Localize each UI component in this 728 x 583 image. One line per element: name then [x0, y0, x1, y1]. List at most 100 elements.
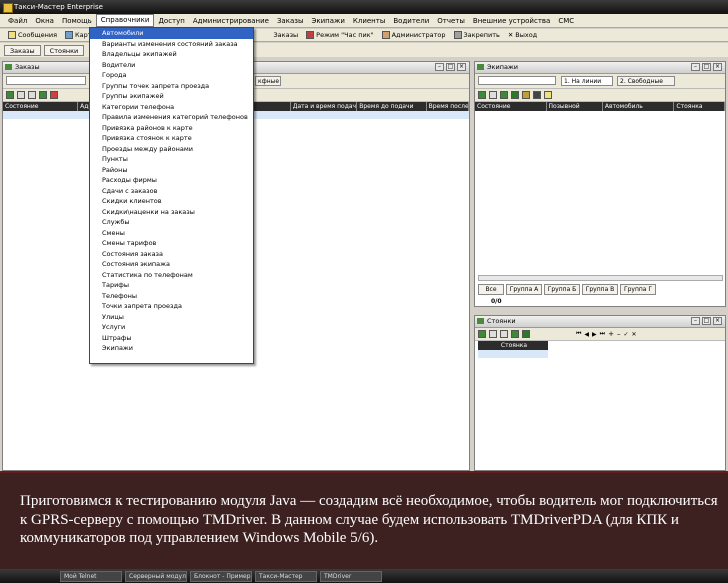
taskbar-item[interactable]: Блокнот - Пример [190, 570, 252, 582]
prev-record-icon[interactable]: ◀ [584, 331, 589, 338]
pin-button[interactable]: Закрепить [450, 31, 504, 39]
references-menu-item[interactable]: Автомобили [90, 28, 253, 39]
close-icon[interactable]: × [713, 317, 722, 325]
menu-administration[interactable]: Администрирование [189, 14, 273, 28]
menu-file[interactable]: Файл [4, 14, 31, 28]
delete-icon[interactable] [28, 91, 36, 99]
cancel-icon[interactable]: ✕ [631, 331, 636, 338]
references-menu-item[interactable]: Статистика по телефонам [90, 270, 253, 281]
refresh-icon[interactable] [39, 91, 47, 99]
references-menu-item[interactable]: Проезды между районами [90, 144, 253, 155]
filter-icon[interactable] [522, 91, 530, 99]
col-pickup-time[interactable]: Дата и время подачи [291, 102, 358, 111]
references-menu-item[interactable]: Владельцы экипажей [90, 49, 253, 60]
minimize-icon[interactable]: – [435, 63, 444, 71]
references-menu-item[interactable]: Экипажи [90, 343, 253, 354]
menu-orders[interactable]: Заказы [273, 14, 308, 28]
parking-selected-row[interactable] [478, 350, 548, 358]
references-menu-item[interactable]: Расходы фирмы [90, 175, 253, 186]
menu-access[interactable]: Доступ [154, 14, 188, 28]
maximize-icon[interactable]: □ [702, 317, 711, 325]
references-menu-item[interactable]: Услуги [90, 322, 253, 333]
menu-crews[interactable]: Экипажи [307, 14, 348, 28]
add-icon[interactable] [6, 91, 14, 99]
crews-scrollbar[interactable] [478, 275, 723, 281]
references-menu-item[interactable]: Телефоны [90, 291, 253, 302]
excel-icon[interactable] [522, 330, 530, 338]
references-menu-item[interactable]: Варианты изменения состояний заказа [90, 39, 253, 50]
filter-icon[interactable] [50, 91, 58, 99]
pause-icon[interactable] [533, 91, 541, 99]
taskbar-item[interactable]: TMDriver [320, 570, 382, 582]
taskbar-item[interactable]: Серверный модуль [125, 570, 187, 582]
references-menu-item[interactable]: Категории телефона [90, 102, 253, 113]
edit-icon[interactable] [17, 91, 25, 99]
references-menu-item[interactable]: Группы точек запрета проезда [90, 81, 253, 92]
references-menu-item[interactable]: Группы экипажей [90, 91, 253, 102]
references-menu-item[interactable]: Штрафы [90, 333, 253, 344]
group-g[interactable]: Группа Г [620, 284, 656, 295]
excel-icon[interactable] [511, 91, 519, 99]
menu-clients[interactable]: Клиенты [349, 14, 389, 28]
crews-filter-select[interactable] [478, 76, 556, 85]
add-icon[interactable] [478, 91, 486, 99]
delete-icon[interactable] [500, 330, 508, 338]
confirm-icon[interactable]: ✓ [623, 331, 628, 338]
edit-icon[interactable] [489, 330, 497, 338]
menu-reports[interactable]: Отчеты [433, 14, 469, 28]
col-parking-name[interactable]: Стоянка [478, 341, 548, 350]
group-a[interactable]: Группа А [506, 284, 542, 295]
col-state[interactable]: Состояние [3, 102, 79, 111]
references-menu-item[interactable]: Смены тарифов [90, 238, 253, 249]
col-callsign[interactable]: Позывной [547, 102, 603, 111]
menu-external-devices[interactable]: Внешние устройства [469, 14, 554, 28]
references-menu-item[interactable]: Города [90, 70, 253, 81]
minimize-icon[interactable]: – [691, 63, 700, 71]
menu-help[interactable]: Помощь [58, 14, 96, 28]
references-menu-item[interactable]: Скидки клиентов [90, 196, 253, 207]
col-state[interactable]: Состояние [475, 102, 547, 111]
menu-references[interactable]: Справочники [95, 14, 155, 27]
first-record-icon[interactable]: ⏮ [576, 330, 581, 338]
last-record-icon[interactable]: ⏭ [600, 330, 605, 338]
group-b[interactable]: Группа Б [544, 284, 580, 295]
messages-button[interactable]: Сообщения [4, 31, 61, 39]
close-icon[interactable]: × [457, 63, 466, 71]
col-last-time[interactable]: Время послед [427, 102, 469, 111]
rush-hour-mode-button[interactable]: Режим "Час пик" [302, 31, 377, 39]
references-menu-item[interactable]: Состояния экипажа [90, 259, 253, 270]
references-menu-item[interactable]: Тарифы [90, 280, 253, 291]
references-menu-item[interactable]: Состояния заказа [90, 249, 253, 260]
menu-windows[interactable]: Окна [31, 14, 58, 28]
group-all[interactable]: Все [478, 284, 504, 295]
references-menu-item[interactable]: Сдачи с заказов [90, 186, 253, 197]
references-menu-item[interactable]: Привязка стоянок к карте [90, 133, 253, 144]
col-parking[interactable]: Стоянка [674, 102, 725, 111]
col-car[interactable]: Автомобиль [603, 102, 675, 111]
menu-drivers[interactable]: Водители [389, 14, 433, 28]
tab-auto[interactable]: кфные [255, 76, 281, 86]
taskbar-item[interactable]: Мой Telnet [60, 570, 122, 582]
references-menu-item[interactable]: Службы [90, 217, 253, 228]
references-menu-item[interactable]: Точки запрета проезда [90, 301, 253, 312]
references-menu-item[interactable]: Скидки\наценки на заказы [90, 207, 253, 218]
references-menu-item[interactable]: Правила изменения категорий телефонов [90, 112, 253, 123]
taskbar-item[interactable]: Такси-Мастер [255, 570, 317, 582]
maximize-icon[interactable]: □ [446, 63, 455, 71]
maximize-icon[interactable]: □ [702, 63, 711, 71]
refresh-icon[interactable] [500, 91, 508, 99]
references-menu-item[interactable]: Районы [90, 165, 253, 176]
add-icon[interactable] [478, 330, 486, 338]
orders-filter-select[interactable] [6, 76, 86, 85]
references-menu-item[interactable]: Улицы [90, 312, 253, 323]
next-record-icon[interactable]: ▶ [592, 331, 597, 338]
edit-icon[interactable] [489, 91, 497, 99]
tab-orders[interactable]: Заказы [4, 44, 41, 56]
col-time-to-pickup[interactable]: Время до подачи [357, 102, 427, 111]
group-v[interactable]: Группа В [582, 284, 618, 295]
references-menu-item[interactable]: Пункты [90, 154, 253, 165]
orders-button[interactable]: Заказы [270, 31, 303, 39]
admin-button[interactable]: Администратор [378, 31, 450, 39]
close-icon[interactable]: × [713, 63, 722, 71]
exit-button[interactable]: ✕ Выход [504, 31, 541, 39]
